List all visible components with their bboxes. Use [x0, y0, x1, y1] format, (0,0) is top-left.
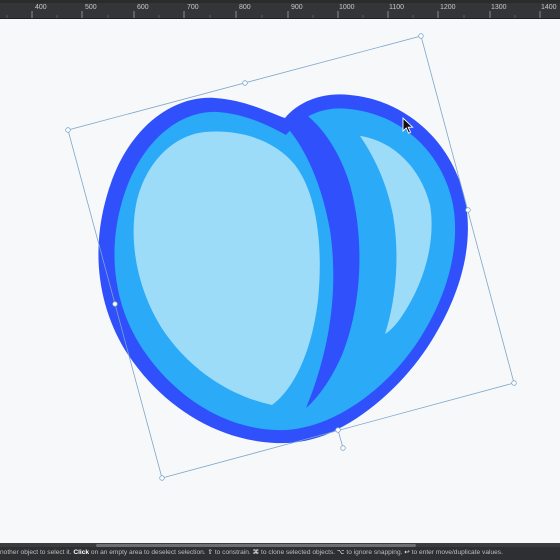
handle-bottom — [335, 427, 341, 433]
ruler-tick-label: 1100 — [389, 4, 405, 11]
heart-shape[interactable] — [98, 94, 468, 444]
status-keyword-click: Click — [73, 549, 90, 556]
ruler-ticks — [6, 11, 541, 18]
handle-top-left — [65, 127, 71, 133]
ruler-tick-label: 1300 — [491, 4, 507, 11]
canvas-artwork — [65, 33, 517, 481]
status-text-segment: nother object to select it. — [0, 549, 74, 556]
handle-top — [242, 80, 248, 86]
option-key-icon: ⌥ — [336, 549, 345, 556]
ruler-tick-label: 500 — [85, 4, 97, 11]
design-app-window: 400 500 600 700 800 900 1000 1100 1200 1… — [0, 0, 560, 560]
ruler-tick-label: 1200 — [440, 4, 456, 11]
handle-bottom-left — [159, 475, 165, 481]
drawing-canvas[interactable] — [0, 19, 560, 543]
status-text-segment: to constrain. — [213, 549, 253, 556]
handle-right — [465, 207, 471, 213]
scrollbar-thumb[interactable] — [96, 544, 416, 547]
ruler-tick-label: 400 — [35, 4, 47, 11]
handle-left — [112, 301, 118, 307]
status-text-segment: to ignore snapping. — [344, 549, 405, 556]
ruler-tick-label: 1400 — [541, 4, 557, 11]
ruler-tick-label: 700 — [187, 4, 199, 11]
horizontal-scrollbar[interactable] — [0, 544, 560, 547]
status-text-segment: to clone selected objects. — [259, 549, 337, 556]
rotation-handle — [340, 445, 346, 451]
status-hint: nother object to select it. Click on an … — [0, 548, 503, 556]
handle-bottom-right — [511, 380, 517, 386]
ruler-tick-label: 800 — [239, 4, 251, 11]
status-bar: nother object to select it. Click on an … — [0, 543, 560, 560]
ruler-tick-label: 1000 — [339, 4, 355, 11]
status-text-segment: on an empty area to deselect selection. — [89, 549, 208, 556]
horizontal-ruler[interactable]: 400 500 600 700 800 900 1000 1100 1200 1… — [0, 3, 560, 19]
handle-top-right — [418, 33, 424, 39]
status-text-segment: to enter move/duplicate values. — [409, 549, 503, 556]
ruler-tick-label: 900 — [291, 4, 303, 11]
ruler-tick-label: 600 — [137, 4, 149, 11]
